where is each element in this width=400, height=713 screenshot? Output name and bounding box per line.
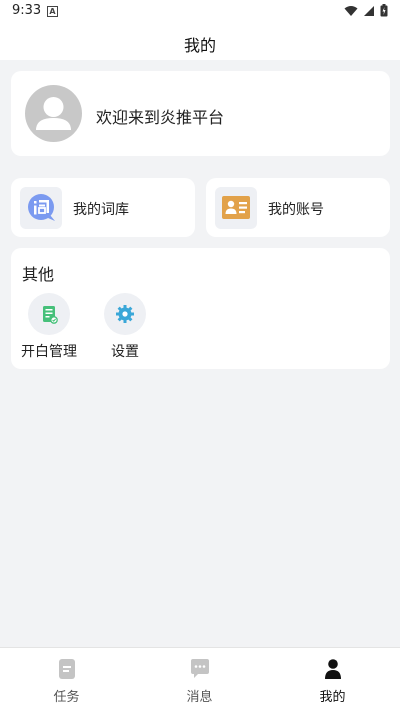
my-library-label: 我的词库 — [73, 202, 129, 218]
tab-tasks-label: 任务 — [53, 690, 80, 705]
profile-card[interactable]: 欢迎来到炎推平台 — [11, 71, 390, 156]
notification-a-icon: A — [47, 6, 58, 17]
signal-icon — [364, 5, 374, 16]
wifi-icon — [344, 5, 358, 16]
other-heading: 其他 — [22, 265, 55, 284]
library-icon-box — [20, 187, 62, 229]
welcome-text: 欢迎来到炎推平台 — [96, 108, 225, 127]
tab-messages-label: 消息 — [186, 690, 213, 705]
id-card-icon — [222, 196, 250, 219]
task-icon — [59, 659, 75, 679]
status-bar: 9:33 A — [0, 0, 400, 24]
word-library-icon — [28, 194, 55, 221]
whitelist-management-item[interactable]: 开白管理 — [14, 293, 84, 363]
page-title: 我的 — [183, 36, 216, 55]
top-bar: 我的 — [0, 24, 400, 60]
settings-item[interactable]: 设置 — [90, 293, 160, 363]
gear-icon — [116, 305, 134, 323]
tab-mine[interactable]: 我的 — [266, 648, 399, 708]
chat-icon — [191, 659, 209, 678]
battery-icon — [380, 4, 388, 17]
avatar[interactable] — [25, 85, 82, 142]
my-account-card[interactable]: 我的账号 — [206, 178, 390, 237]
account-icon-box — [215, 187, 257, 229]
other-section: 其他 开白管理 设置 — [11, 248, 390, 369]
tab-mine-label: 我的 — [319, 690, 346, 705]
person-avatar-icon — [36, 97, 71, 130]
whitelist-label: 开白管理 — [21, 344, 77, 360]
tab-messages[interactable]: 消息 — [133, 648, 266, 708]
settings-label: 设置 — [111, 344, 139, 360]
my-library-card[interactable]: 我的词库 — [11, 178, 195, 237]
settings-icon-circle — [104, 293, 146, 335]
bottom-nav: 任务 消息 我的 — [0, 647, 400, 713]
person-icon — [325, 659, 341, 679]
whitelist-icon-circle — [28, 293, 70, 335]
status-icons — [344, 4, 388, 17]
document-check-icon — [43, 306, 58, 324]
my-account-label: 我的账号 — [268, 202, 324, 218]
status-time: 9:33 — [12, 3, 42, 18]
tab-tasks[interactable]: 任务 — [0, 648, 133, 708]
